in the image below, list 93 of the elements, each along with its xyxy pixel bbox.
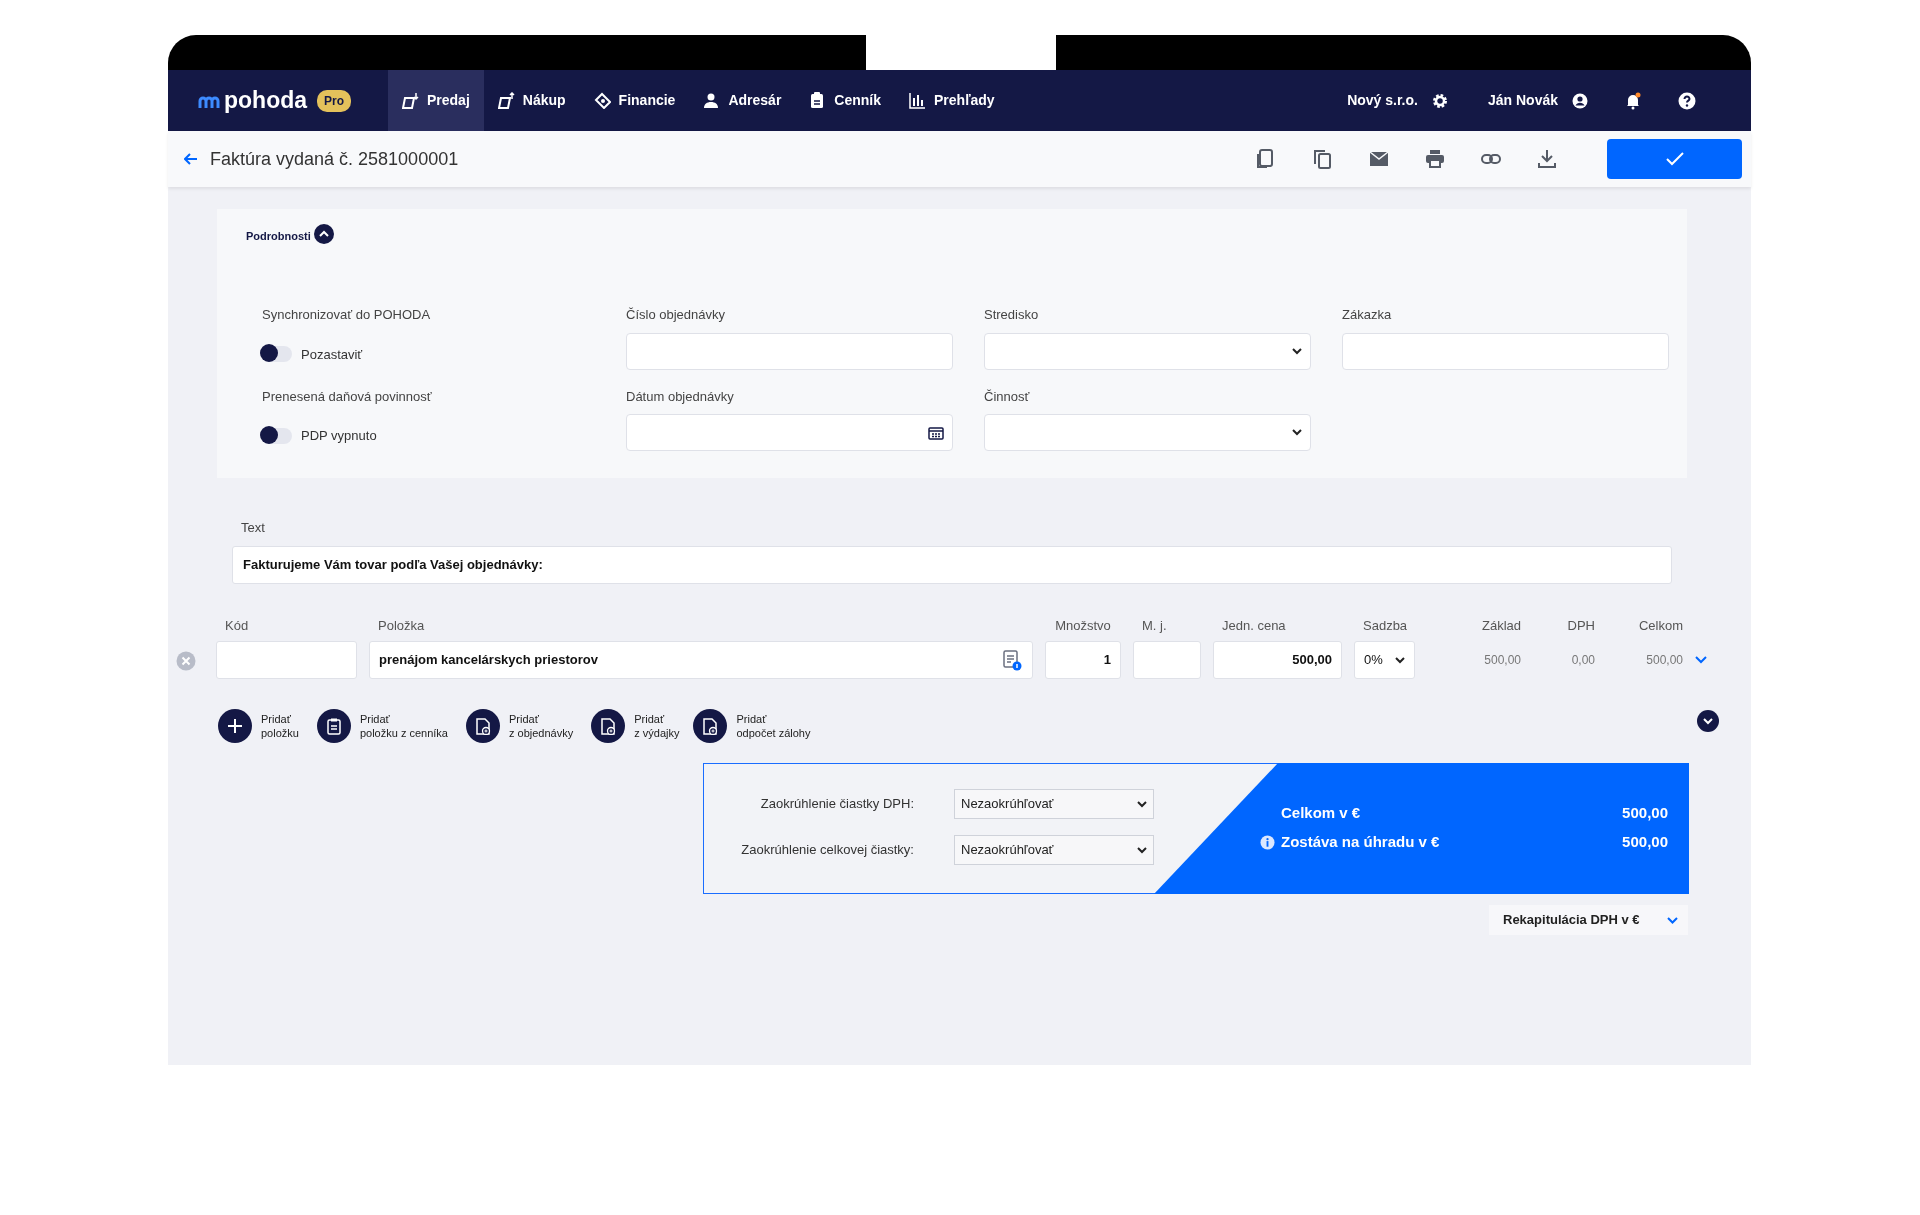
select-field[interactable]: Nezaokrúhľovať bbox=[954, 789, 1154, 819]
caret-icon bbox=[1292, 347, 1302, 355]
field-label: Synchronizovať do POHODA bbox=[262, 306, 432, 324]
select-field[interactable]: Nezaokrúhľovať bbox=[954, 835, 1154, 865]
item-field[interactable]: prenájom kancelárskych priestorov bbox=[369, 641, 1033, 679]
info-icon[interactable] bbox=[1260, 834, 1275, 850]
nav-tab[interactable]: Prehľady bbox=[895, 70, 1009, 131]
add-item-button[interactable]: Pridať z objednávky bbox=[466, 709, 574, 743]
field-label: Prenesená daňová povinnosť bbox=[262, 387, 433, 406]
nav-tab[interactable]: Financie bbox=[579, 70, 690, 131]
nav-tab[interactable]: Adresár bbox=[689, 70, 796, 131]
add-item-button[interactable]: Pridať odpočet zálohy bbox=[693, 709, 811, 743]
field-label: Zaokrúhlenie celkovej čiastky: bbox=[740, 841, 914, 860]
add-item-button[interactable]: Pridať položku bbox=[218, 709, 299, 743]
person-icon bbox=[703, 92, 721, 109]
total-value: 500,00 bbox=[1622, 832, 1668, 852]
table-cell-text: 500,00 bbox=[1645, 652, 1683, 669]
back-arrow-icon[interactable] bbox=[184, 153, 198, 165]
toggle-switch[interactable] bbox=[262, 427, 292, 444]
column-header: Celkom bbox=[1637, 616, 1683, 635]
document-icon bbox=[600, 717, 617, 735]
chevron-icon bbox=[1703, 717, 1713, 725]
field-label: Činnosť bbox=[984, 387, 1031, 406]
user-icon[interactable] bbox=[1572, 92, 1588, 109]
calendar-icon bbox=[928, 425, 944, 440]
total-label: Zostáva na úhradu v € bbox=[1281, 832, 1440, 852]
code-field[interactable] bbox=[216, 641, 357, 679]
field-label: Text bbox=[241, 519, 266, 537]
caret-icon bbox=[1292, 429, 1302, 436]
download-icon[interactable] bbox=[1537, 149, 1557, 169]
nav-tab[interactable]: Cenník bbox=[795, 70, 895, 131]
chevron-icon bbox=[318, 230, 329, 238]
date-field[interactable] bbox=[626, 414, 953, 451]
field-label: Zákazka bbox=[1342, 306, 1393, 324]
total-label: Celkom v € bbox=[1281, 803, 1361, 823]
input-field[interactable] bbox=[626, 332, 953, 370]
price-field[interactable]: 500,00 bbox=[1213, 641, 1342, 679]
clipboard-icon bbox=[325, 717, 342, 735]
print-icon[interactable] bbox=[1425, 149, 1445, 169]
total-value: 500,00 bbox=[1622, 803, 1668, 823]
caret-icon bbox=[1137, 846, 1147, 854]
company-name[interactable]: Nový s.r.o. bbox=[1347, 90, 1418, 111]
field-label: Číslo objednávky bbox=[626, 306, 726, 324]
catalog-icon[interactable] bbox=[1001, 649, 1023, 671]
select-field[interactable] bbox=[984, 332, 1311, 370]
column-header: DPH bbox=[1566, 616, 1595, 635]
rate-select[interactable]: 0% bbox=[1354, 641, 1415, 679]
column-header: Položka bbox=[377, 616, 426, 635]
field-label: Stredisko bbox=[984, 306, 1040, 324]
table-cell-text: 500,00 bbox=[1483, 652, 1521, 669]
field-label: Dátum objednávky bbox=[626, 387, 735, 406]
copy-icon[interactable] bbox=[1313, 149, 1333, 169]
nav-tab[interactable]: Predaj bbox=[388, 70, 484, 131]
user-name[interactable]: Ján Novák bbox=[1487, 90, 1558, 111]
chevron-icon bbox=[1667, 916, 1678, 924]
document-icon bbox=[702, 717, 719, 735]
recap-toggle[interactable]: Rekapitulácia DPH v € bbox=[1489, 905, 1688, 935]
help-icon[interactable] bbox=[1678, 91, 1696, 110]
text-field[interactable]: Fakturujeme Vám tovar podľa Vašej objednávky: bbox=[232, 545, 1672, 584]
column-header: Základ bbox=[1480, 616, 1521, 635]
add-item-button[interactable]: Pridať z výdajky bbox=[591, 709, 680, 743]
field-label: Zaokrúhlenie čiastky DPH: bbox=[759, 795, 914, 814]
column-header: M. j. bbox=[1141, 616, 1168, 635]
more-button[interactable] bbox=[1697, 710, 1719, 732]
collapse-button[interactable] bbox=[313, 223, 334, 244]
column-header: Kód bbox=[224, 616, 250, 635]
plus-icon bbox=[227, 717, 243, 735]
column-header: Množstvo bbox=[1054, 616, 1112, 635]
plan-badge: Pro bbox=[317, 89, 352, 112]
select-field[interactable] bbox=[984, 414, 1311, 451]
document-icon bbox=[475, 717, 491, 735]
switch-label: Pozastaviť bbox=[301, 345, 363, 364]
tag-icon bbox=[593, 92, 611, 109]
quantity-field[interactable]: 1 bbox=[1045, 641, 1121, 679]
input-field[interactable] bbox=[1342, 332, 1669, 370]
chart-icon bbox=[909, 92, 926, 109]
page-title: Faktúra vydaná č. 2581000001 bbox=[210, 147, 459, 171]
caret-icon bbox=[1137, 800, 1147, 808]
settings-icon[interactable] bbox=[1431, 92, 1448, 109]
mail-icon[interactable] bbox=[1369, 149, 1389, 169]
column-header: Sadzba bbox=[1362, 616, 1409, 635]
nav-tab[interactable]: Nákup bbox=[483, 70, 580, 131]
check-icon bbox=[1665, 152, 1684, 166]
table-cell-text: 0,00 bbox=[1570, 652, 1595, 669]
section-title: Podrobnosti bbox=[246, 230, 311, 242]
column-header: Jedn. cena bbox=[1221, 616, 1287, 635]
add-item-button[interactable]: Pridať položku z cenníka bbox=[316, 709, 448, 743]
switch-label: PDP vypnuto bbox=[301, 427, 377, 445]
unit-field[interactable] bbox=[1133, 641, 1201, 679]
toggle-switch[interactable] bbox=[262, 346, 292, 363]
expand-chevron-icon[interactable] bbox=[1695, 656, 1707, 664]
logo-text: pohoda bbox=[224, 86, 308, 116]
caret-icon bbox=[1395, 656, 1405, 664]
